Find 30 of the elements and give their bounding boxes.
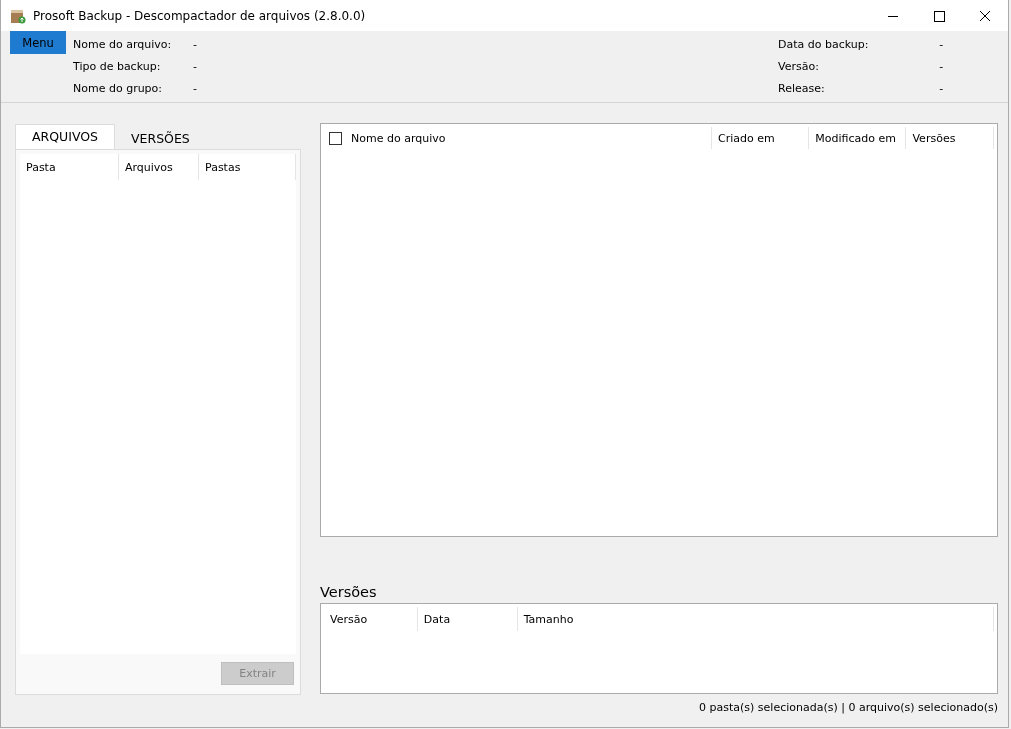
box-icon	[10, 7, 26, 24]
column-header[interactable]: Pasta	[20, 154, 119, 180]
field-label: Release:	[778, 82, 826, 95]
field-label: Nome do arquivo:	[73, 38, 173, 51]
section-title: Versões	[320, 583, 378, 602]
field-label: Versão:	[778, 60, 820, 73]
column-header[interactable]: Modificado em	[809, 127, 907, 149]
tab[interactable]: ARQUIVOS	[15, 124, 115, 149]
column-header[interactable]: Arquivos	[119, 154, 199, 180]
field-value: -	[939, 82, 945, 95]
column-header[interactable]: Versões	[906, 127, 994, 149]
column-header[interactable]: Nome do arquivo	[345, 127, 712, 149]
status-text: 0 pasta(s) selecionada(s) | 0 arquivo(s) selecionado(s)	[698, 701, 998, 714]
menu-button[interactable]: Menu	[10, 31, 66, 54]
checkbox[interactable]	[329, 131, 342, 145]
window-title: Prosoft Backup - Descompactador de arquivos (2.8.0.0)	[33, 8, 366, 23]
column-header[interactable]: Data	[417, 607, 518, 631]
field-value: -	[193, 38, 199, 51]
column-header[interactable]: Criado em	[712, 127, 810, 149]
field-label: Nome do grupo:	[73, 82, 164, 95]
column-header[interactable]: Versão	[324, 607, 418, 631]
field-value: -	[193, 60, 199, 73]
field-value: -	[939, 38, 945, 51]
field-value: -	[939, 60, 945, 73]
column-header[interactable]: Tamanho	[517, 607, 994, 631]
field-label: Data do backup:	[778, 38, 870, 51]
field-value: -	[193, 82, 199, 95]
column-header[interactable]: Pastas	[199, 154, 296, 180]
field-label: Tipo de backup:	[73, 60, 162, 73]
tab[interactable]: VERSÕES	[115, 127, 206, 149]
